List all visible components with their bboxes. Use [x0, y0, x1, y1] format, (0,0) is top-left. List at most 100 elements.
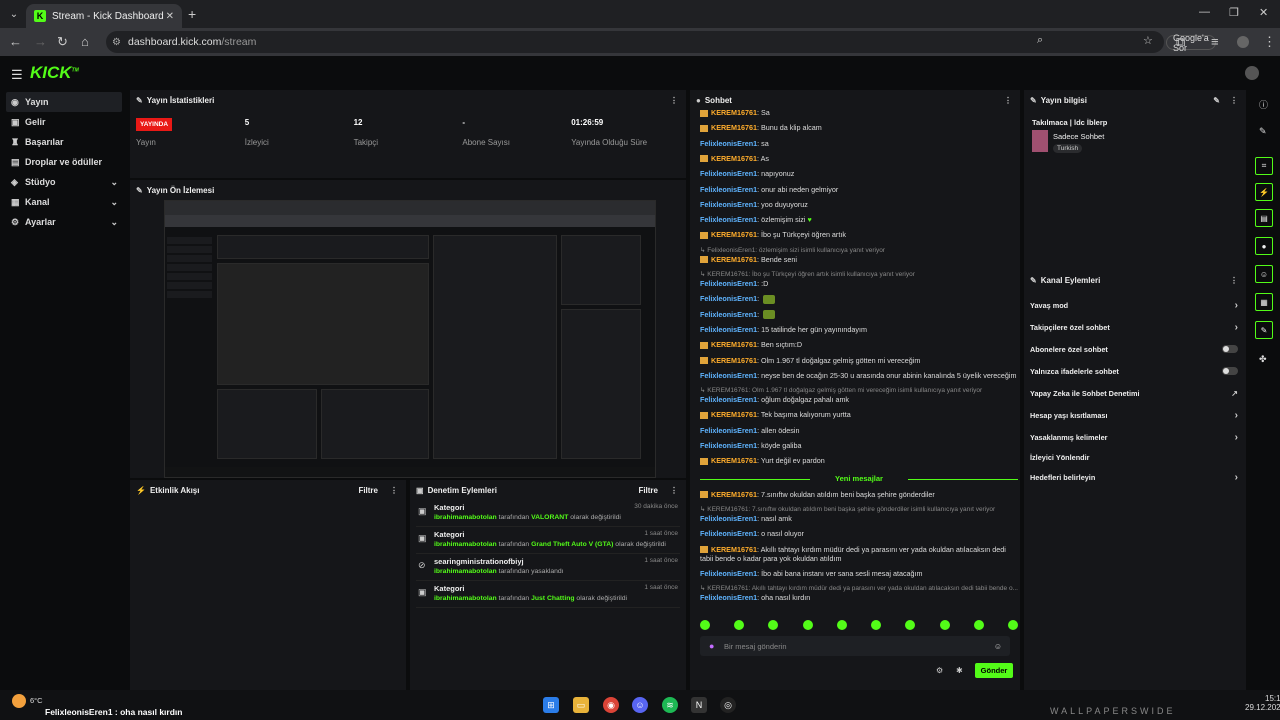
kick-logo[interactable]: KICKTM: [30, 63, 79, 83]
chat-username[interactable]: FelixleonisEren1: [700, 426, 757, 435]
forward-icon[interactable]: →: [34, 34, 47, 49]
layout-icon[interactable]: ▦: [1255, 293, 1273, 311]
profile-avatar[interactable]: [1237, 36, 1249, 48]
chat-username[interactable]: FelixleonisEren1: [700, 310, 757, 319]
chat-username[interactable]: FelixleonisEren1: [700, 395, 757, 404]
bookmark-star-icon[interactable]: ☆: [1143, 34, 1153, 47]
chat-username[interactable]: FelixleonisEren1: [700, 279, 757, 288]
chat-username[interactable]: FelixleonisEren1: [700, 529, 757, 538]
chat-username[interactable]: FelixleonisEren1: [700, 441, 757, 450]
microphone-icon[interactable]: ●: [709, 641, 714, 651]
chat-username[interactable]: FelixleonisEren1: [700, 325, 757, 334]
sidebar-item-basarilar[interactable]: ♜ Başarılar: [0, 132, 128, 152]
browser-tab[interactable]: K Stream - Kick Dashboard ✕: [26, 4, 182, 28]
filter-button[interactable]: Filtre: [638, 486, 658, 495]
channel-action-row[interactable]: Yalnızca ifadelerle sohbet: [1024, 360, 1246, 382]
system-clock[interactable]: 15:1629.12.2023: [1245, 694, 1280, 712]
sidebar-item-yayin[interactable]: ◉ Yayın: [6, 92, 122, 112]
emote-icon[interactable]: [700, 620, 710, 630]
more-menu-icon[interactable]: ⋮: [670, 96, 678, 105]
more-menu-icon[interactable]: ⋮: [670, 486, 678, 495]
chat-username[interactable]: KEREM16761: [711, 340, 757, 349]
emote-icon[interactable]: [734, 620, 745, 630]
minimize-icon[interactable]: —: [1199, 6, 1210, 18]
toggle-switch[interactable]: [1222, 345, 1238, 353]
edit-icon[interactable]: ✎: [1213, 96, 1220, 105]
pen-icon[interactable]: ✎: [1259, 126, 1267, 137]
chat-username[interactable]: FelixleonisEren1: [700, 185, 757, 194]
chat-input[interactable]: ● Bir mesaj gönderin ☺: [700, 636, 1010, 656]
sidebar-item-kanal[interactable]: ▦ Kanal ⌄: [0, 192, 128, 212]
maximize-icon[interactable]: ❐: [1229, 6, 1239, 19]
extensions-icon[interactable]: ⧉: [1176, 34, 1185, 50]
emote-icon[interactable]: [768, 620, 779, 630]
chat-username[interactable]: KEREM16761: [711, 154, 757, 163]
discord-icon[interactable]: ☺: [632, 697, 648, 713]
info-icon[interactable]: ⓘ: [1259, 98, 1268, 111]
chat-settings-icon[interactable]: ⚙: [936, 666, 943, 675]
file-explorer-icon[interactable]: ▭: [573, 697, 589, 713]
chat-username[interactable]: FelixleonisEren1: [700, 139, 757, 148]
chat-username[interactable]: FelixleonisEren1: [700, 569, 757, 578]
emote-icon[interactable]: [802, 620, 813, 630]
channel-action-row[interactable]: Yapay Zeka ile Sohbet Denetimi ↗: [1024, 382, 1246, 404]
channel-action-row[interactable]: Yavaş mod ›: [1024, 294, 1246, 316]
tab-search-icon[interactable]: ⌄: [5, 5, 23, 23]
channel-action-row[interactable]: Takipçilere özel sohbet ›: [1024, 316, 1246, 338]
browser-menu-icon[interactable]: ⋮: [1263, 34, 1276, 50]
channel-action-row[interactable]: Hedefleri belirleyin ›: [1024, 466, 1246, 488]
document-icon[interactable]: ▤: [1255, 209, 1273, 227]
channel-action-row[interactable]: Yasaklanmış kelimeler ›: [1024, 426, 1246, 448]
start-menu-icon[interactable]: ⊞: [543, 697, 559, 713]
filter-button[interactable]: Filtre: [358, 486, 378, 495]
send-button[interactable]: Gönder: [975, 663, 1013, 678]
apps-icon[interactable]: ✤: [1259, 354, 1267, 365]
emote-icon[interactable]: [939, 620, 950, 630]
stream-preview-video[interactable]: [164, 200, 656, 478]
channel-action-row[interactable]: Abonelere özel sohbet: [1024, 338, 1246, 360]
chrome-icon[interactable]: ◉: [603, 697, 619, 713]
robot-icon[interactable]: ☺: [1255, 265, 1273, 283]
zoom-icon[interactable]: ⌕: [1037, 34, 1043, 47]
sidebar-item-studyo[interactable]: ◈ Stüdyo ⌄: [0, 172, 128, 192]
back-icon[interactable]: ←: [9, 34, 22, 49]
mod-tools-icon[interactable]: ✱: [956, 666, 963, 675]
close-tab-icon[interactable]: ✕: [166, 11, 174, 22]
url-bar[interactable]: ⚙ dashboard.kick.com/stream ⌕ Google'a S…: [106, 31, 1216, 53]
chat-username[interactable]: FelixleonisEren1: [700, 593, 757, 602]
chat-username[interactable]: KEREM16761: [711, 545, 757, 554]
wrench-icon[interactable]: ✎: [1255, 321, 1273, 339]
chat-username[interactable]: KEREM16761: [711, 410, 757, 419]
close-window-icon[interactable]: ✕: [1259, 6, 1268, 19]
emote-icon[interactable]: [836, 620, 847, 630]
chat-username[interactable]: KEREM16761: [711, 230, 757, 239]
chat-username[interactable]: KEREM16761: [711, 356, 757, 365]
sidebar-item-ayarlar[interactable]: ⚙ Ayarlar ⌄: [0, 212, 128, 232]
chat-username[interactable]: KEREM16761: [711, 456, 757, 465]
bolt-icon[interactable]: ⚡: [1255, 183, 1273, 201]
notion-icon[interactable]: N: [691, 697, 707, 713]
chat-username[interactable]: FelixleonisEren1: [700, 215, 757, 224]
sidebar-item-droplar[interactable]: ▤ Droplar ve ödüller: [0, 152, 128, 172]
channel-action-row[interactable]: Hesap yaşı kısıtlaması ›: [1024, 404, 1246, 426]
chat-username[interactable]: FelixleonisEren1: [700, 514, 757, 523]
chat-icon[interactable]: ●: [1255, 237, 1273, 255]
toggle-switch[interactable]: [1222, 367, 1238, 375]
media-controls-icon[interactable]: ≡: [1211, 34, 1219, 49]
home-icon[interactable]: ⌂: [81, 34, 89, 49]
emote-icon[interactable]: [1007, 620, 1018, 630]
channel-action-row[interactable]: İzleyici Yönlendir: [1024, 448, 1246, 466]
emote-icon[interactable]: [905, 620, 916, 630]
site-info-icon[interactable]: ⚙: [112, 37, 121, 48]
more-menu-icon[interactable]: ⋮: [390, 486, 398, 495]
chat-username[interactable]: FelixleonisEren1: [700, 169, 757, 178]
reload-icon[interactable]: ↻: [57, 34, 68, 50]
emote-icon[interactable]: [871, 620, 882, 630]
emote-icon[interactable]: [973, 620, 984, 630]
sidebar-item-gelir[interactable]: ▣ Gelir: [0, 112, 128, 132]
user-avatar[interactable]: [1245, 66, 1259, 80]
chat-username[interactable]: FelixleonisEren1: [700, 294, 757, 303]
chat-username[interactable]: FelixleonisEren1: [700, 371, 757, 380]
more-menu-icon[interactable]: ⋮: [1004, 96, 1012, 105]
spotify-icon[interactable]: ≋: [662, 697, 678, 713]
